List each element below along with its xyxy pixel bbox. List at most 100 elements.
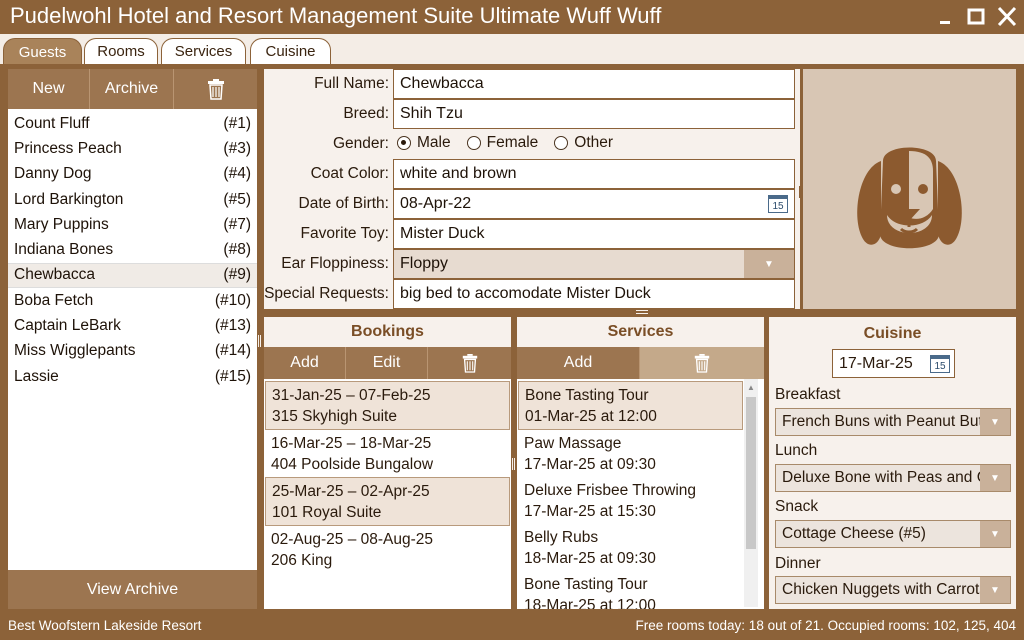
guest-id: (#3) [223, 139, 251, 157]
service-name: Paw Massage [524, 435, 622, 452]
bookings-panel: Bookings Add Edit 31-Jan-25 – 07-Feb-25 3… [264, 317, 511, 609]
trash-icon [694, 354, 710, 373]
service-time: 18-Mar-25 at 12:00 [524, 597, 656, 609]
dob-date-picker[interactable]: 08-Apr-22 15 [393, 189, 795, 219]
services-list: Bone Tasting Tour 01-Mar-25 at 12:00 Paw … [517, 379, 744, 609]
special-requests-field[interactable]: big bed to accomodate Mister Duck [393, 279, 795, 309]
list-item-selected[interactable]: Chewbacca (#9) [8, 262, 257, 289]
favorite-toy-field[interactable]: Mister Duck [393, 219, 795, 249]
archive-guest-button[interactable]: Archive [90, 69, 174, 109]
guest-name: Boba Fetch [14, 291, 94, 309]
breakfast-select[interactable]: French Buns with Peanut Butter ▼ [775, 408, 1011, 436]
services-panel: Services Add Bone Tasting Tour 01-Mar-25 … [517, 317, 764, 609]
maximize-icon [967, 8, 985, 25]
tab-services[interactable]: Services [161, 38, 246, 64]
delete-guest-button[interactable] [174, 69, 257, 109]
close-icon [997, 6, 1017, 27]
breed-field[interactable]: Shih Tzu [393, 99, 795, 129]
service-time: 01-Mar-25 at 12:00 [525, 408, 657, 425]
radio-label: Other [574, 134, 614, 151]
booking-dates: 16-Mar-25 – 18-Mar-25 [271, 435, 432, 452]
favorite-toy-label: Favorite Toy: [300, 225, 389, 242]
chevron-down-icon: ▼ [744, 250, 794, 278]
cuisine-date-value: 17-Mar-25 [839, 354, 913, 372]
ear-floppiness-select[interactable]: Floppy ▼ [393, 249, 795, 279]
lunch-select[interactable]: Deluxe Bone with Peas and Carrots▼ [775, 464, 1011, 492]
guest-list-panel: New Archive Count Fluff (#1) Princess Pea… [8, 69, 257, 609]
list-item[interactable]: Danny Dog (#4) [8, 162, 257, 187]
services-toolbar: Add [517, 347, 764, 379]
list-item[interactable]: Miss Wigglepants (#14) [8, 339, 257, 364]
maximize-button[interactable] [963, 5, 989, 29]
chevron-down-icon: ▼ [980, 521, 1010, 547]
list-item[interactable]: Indiana Bones (#8) [8, 237, 257, 262]
guest-id: (#15) [214, 367, 251, 385]
list-item[interactable]: Mary Puppins (#7) [8, 212, 257, 237]
status-resort-name: Best Woofstern Lakeside Resort [8, 618, 202, 633]
tab-cuisine[interactable]: Cuisine [250, 38, 331, 64]
list-item[interactable]: Lassie (#15) [8, 364, 257, 389]
service-name: Bone Tasting Tour [525, 387, 649, 404]
list-item[interactable]: Princess Peach (#3) [8, 136, 257, 161]
list-item[interactable]: Lord Barkington (#5) [8, 187, 257, 212]
lunch-value: Deluxe Bone with Peas and Carrots [782, 469, 980, 486]
service-name: Belly Rubs [524, 529, 599, 546]
list-item[interactable]: Bone Tasting Tour 18-Mar-25 at 12:00 [518, 571, 743, 609]
list-item[interactable]: 02-Aug-25 – 08-Aug-25 206 King [265, 526, 510, 573]
list-item[interactable]: Bone Tasting Tour 01-Mar-25 at 12:00 [518, 381, 743, 430]
minimize-icon [940, 21, 950, 24]
coat-color-field[interactable]: white and brown [393, 159, 795, 189]
delete-service-button[interactable] [640, 347, 764, 379]
chevron-down-icon: ▼ [980, 409, 1010, 435]
guest-id: (#9) [223, 266, 251, 284]
edit-booking-button[interactable]: Edit [346, 347, 428, 379]
dinner-select[interactable]: Chicken Nuggets with Carrots ▼ [775, 576, 1011, 604]
services-scrollbar[interactable]: ▲ [744, 379, 758, 607]
gender-male-radio[interactable]: Male [397, 134, 451, 152]
guest-list: Count Fluff (#1) Princess Peach (#3) Danny… [8, 109, 257, 389]
list-item[interactable]: Count Fluff (#1) [8, 111, 257, 136]
new-guest-button[interactable]: New [8, 69, 90, 109]
guest-name: Danny Dog [14, 165, 92, 183]
close-button[interactable] [994, 5, 1020, 29]
horizontal-splitter-handle[interactable] [636, 310, 648, 314]
ear-floppiness-value: Floppy [400, 255, 449, 272]
list-item[interactable]: Boba Fetch (#10) [8, 288, 257, 313]
tab-rooms[interactable]: Rooms [84, 38, 158, 64]
bookings-title: Bookings [264, 317, 511, 347]
scroll-up-icon[interactable]: ▲ [747, 383, 755, 392]
minimize-button[interactable] [932, 5, 958, 29]
guest-photo-panel[interactable] [803, 69, 1016, 309]
view-archive-button[interactable]: View Archive [8, 570, 257, 609]
full-name-field[interactable]: Chewbacca [393, 69, 795, 99]
add-booking-button[interactable]: Add [264, 347, 346, 379]
scrollbar-thumb[interactable] [746, 397, 756, 549]
list-item[interactable]: 31-Jan-25 – 07-Feb-25 315 Skyhigh Suite [265, 381, 510, 430]
list-item[interactable]: Paw Massage 17-Mar-25 at 09:30 [518, 430, 743, 477]
status-room-summary: Free rooms today: 18 out of 21. Occupied… [635, 618, 1016, 633]
calendar-icon[interactable]: 15 [768, 195, 788, 213]
calendar-icon[interactable]: 15 [930, 354, 950, 373]
list-item[interactable]: 25-Mar-25 – 02-Apr-25 101 Royal Suite [265, 477, 510, 526]
cuisine-title: Cuisine [863, 325, 922, 342]
full-name-label: Full Name: [314, 75, 389, 92]
list-item[interactable]: Captain LeBark (#13) [8, 313, 257, 338]
dinner-value: Chicken Nuggets with Carrots [782, 581, 980, 598]
snack-select[interactable]: Cottage Cheese (#5) ▼ [775, 520, 1011, 548]
list-item[interactable]: Belly Rubs 18-Mar-25 at 09:30 [518, 524, 743, 571]
delete-booking-button[interactable] [428, 347, 511, 379]
list-item[interactable]: Deluxe Frisbee Throwing 17-Mar-25 at 15:3… [518, 477, 743, 524]
add-service-button[interactable]: Add [517, 347, 640, 379]
guest-id: (#14) [214, 342, 251, 360]
list-item[interactable]: 16-Mar-25 – 18-Mar-25 404 Poolside Bungal… [265, 430, 510, 477]
vertical-splitter-handle[interactable] [258, 335, 261, 347]
vertical-splitter-handle[interactable] [512, 458, 515, 470]
vertical-splitter-handle[interactable] [799, 186, 802, 198]
tab-guests[interactable]: Guests [3, 38, 82, 65]
gender-other-radio[interactable]: Other [554, 134, 613, 152]
service-time: 18-Mar-25 at 09:30 [524, 550, 656, 567]
chevron-down-icon: ▼ [980, 577, 1010, 603]
service-time: 17-Mar-25 at 15:30 [524, 503, 656, 520]
cuisine-date-picker[interactable]: 17-Mar-25 15 [832, 349, 955, 378]
gender-female-radio[interactable]: Female [466, 134, 538, 152]
